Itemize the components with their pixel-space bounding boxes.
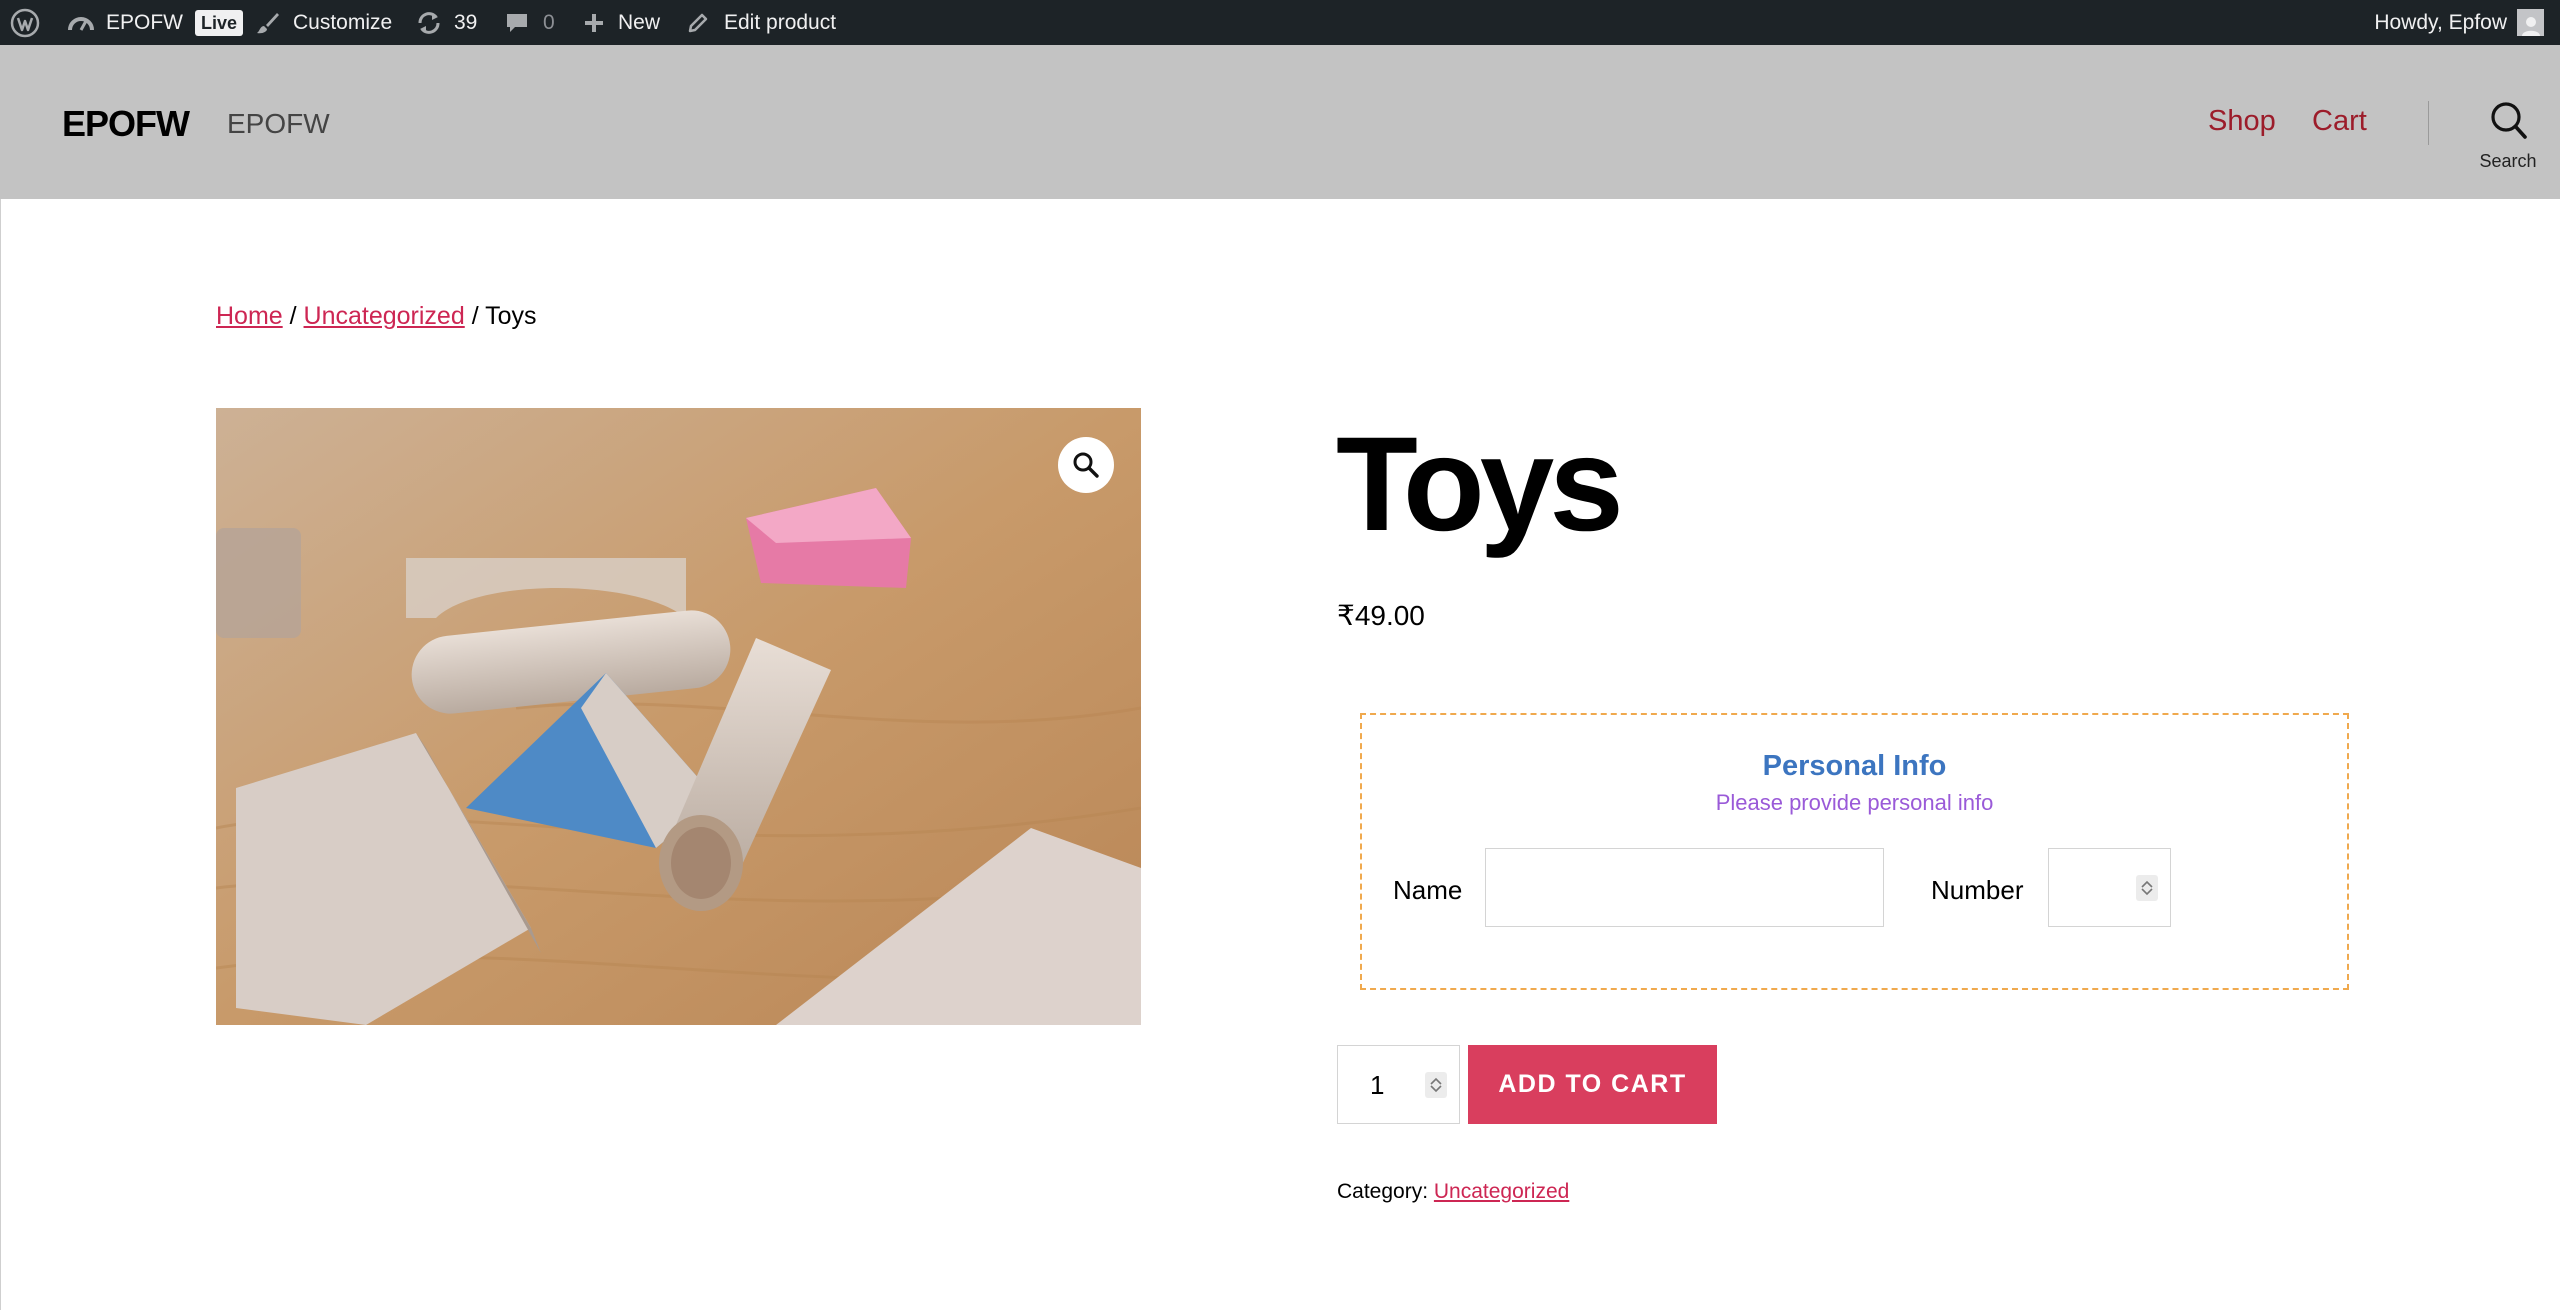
- breadcrumb-category[interactable]: Uncategorized: [304, 302, 465, 330]
- number-field[interactable]: [2048, 848, 2171, 927]
- chevron-up-icon: [1430, 1077, 1442, 1085]
- header-divider: [2428, 101, 2429, 145]
- magnifier-icon: [1073, 452, 1099, 478]
- chevron-up-icon: [2141, 880, 2153, 888]
- plus-icon: [583, 12, 605, 34]
- breadcrumb: Home / Uncategorized / Toys: [216, 302, 537, 331]
- comment-icon: [505, 11, 529, 35]
- comments-link[interactable]: 0: [505, 0, 555, 45]
- edit-product-link[interactable]: Edit product: [687, 0, 836, 45]
- live-badge: Live: [195, 9, 244, 36]
- zoom-image-button[interactable]: [1058, 437, 1114, 493]
- category-link[interactable]: Uncategorized: [1434, 1180, 1569, 1203]
- site-description: EPOFW: [227, 108, 330, 139]
- add-to-cart-button[interactable]: ADD TO CART: [1468, 1045, 1717, 1124]
- pencil-icon: [687, 12, 709, 34]
- search-icon: [2491, 102, 2527, 139]
- quantity-value: 1: [1370, 1070, 1385, 1100]
- updates-link[interactable]: 39: [416, 0, 477, 45]
- breadcrumb-separator: /: [282, 302, 304, 330]
- avatar: [2517, 9, 2544, 36]
- product-title: Toys: [1336, 410, 1624, 559]
- product-category: Category: Uncategorized: [1337, 1180, 1569, 1204]
- edit-product-label: Edit product: [724, 10, 837, 34]
- new-content-link[interactable]: New: [583, 0, 660, 45]
- nav-shop[interactable]: Shop: [2208, 105, 2276, 138]
- category-label: Category:: [1337, 1180, 1434, 1203]
- quantity-spinner[interactable]: [1425, 1071, 1447, 1098]
- field-group-subtitle: Please provide personal info: [1715, 790, 1994, 815]
- search-toggle-button[interactable]: Search: [2470, 101, 2546, 181]
- chevron-down-icon: [1430, 1084, 1442, 1092]
- wordpress-logo-icon[interactable]: [10, 0, 40, 45]
- updates-count: 39: [454, 10, 478, 34]
- dashboard-icon: [68, 12, 94, 34]
- nav-cart[interactable]: Cart: [2312, 105, 2367, 138]
- admin-bar-site-menu[interactable]: EPOFW Live: [68, 0, 244, 45]
- my-account-menu[interactable]: Howdy, Epfow: [2374, 0, 2544, 45]
- site-title[interactable]: EPOFW: [62, 103, 190, 145]
- new-label: New: [618, 10, 661, 34]
- site-header: EPOFW EPOFW Shop Cart Search: [0, 45, 2560, 199]
- howdy-label: Howdy, Epfow: [2374, 10, 2507, 34]
- product-price: ₹49.00: [1337, 600, 1425, 631]
- refresh-icon: [416, 11, 442, 35]
- customize-label: Customize: [293, 10, 393, 34]
- content-left-border: [0, 199, 1, 1310]
- number-label: Number: [1931, 875, 2024, 905]
- breadcrumb-separator: /: [464, 302, 486, 330]
- breadcrumb-home[interactable]: Home: [216, 302, 283, 330]
- paintbrush-icon: [256, 11, 280, 35]
- admin-bar-site-name: EPOFW: [106, 10, 183, 34]
- number-stepper[interactable]: [2136, 874, 2158, 901]
- name-field[interactable]: [1485, 848, 1884, 927]
- admin-bar: EPOFW Live Customize 39 0 New Edit produ…: [0, 0, 2560, 45]
- quantity-stepper[interactable]: 1: [1337, 1045, 1460, 1124]
- customize-link[interactable]: Customize: [256, 0, 392, 45]
- comments-count: 0: [543, 10, 555, 34]
- name-label: Name: [1393, 875, 1463, 905]
- chevron-down-icon: [2141, 887, 2153, 895]
- search-label: Search: [2479, 151, 2537, 171]
- field-group-title: Personal Info: [1762, 750, 1947, 782]
- breadcrumb-current: Toys: [485, 302, 537, 330]
- product-image[interactable]: [216, 408, 1141, 1025]
- wooden-toy-blocks-photo: [216, 408, 1141, 1025]
- personal-info-field-group: Personal Info Please provide personal in…: [1360, 713, 2349, 990]
